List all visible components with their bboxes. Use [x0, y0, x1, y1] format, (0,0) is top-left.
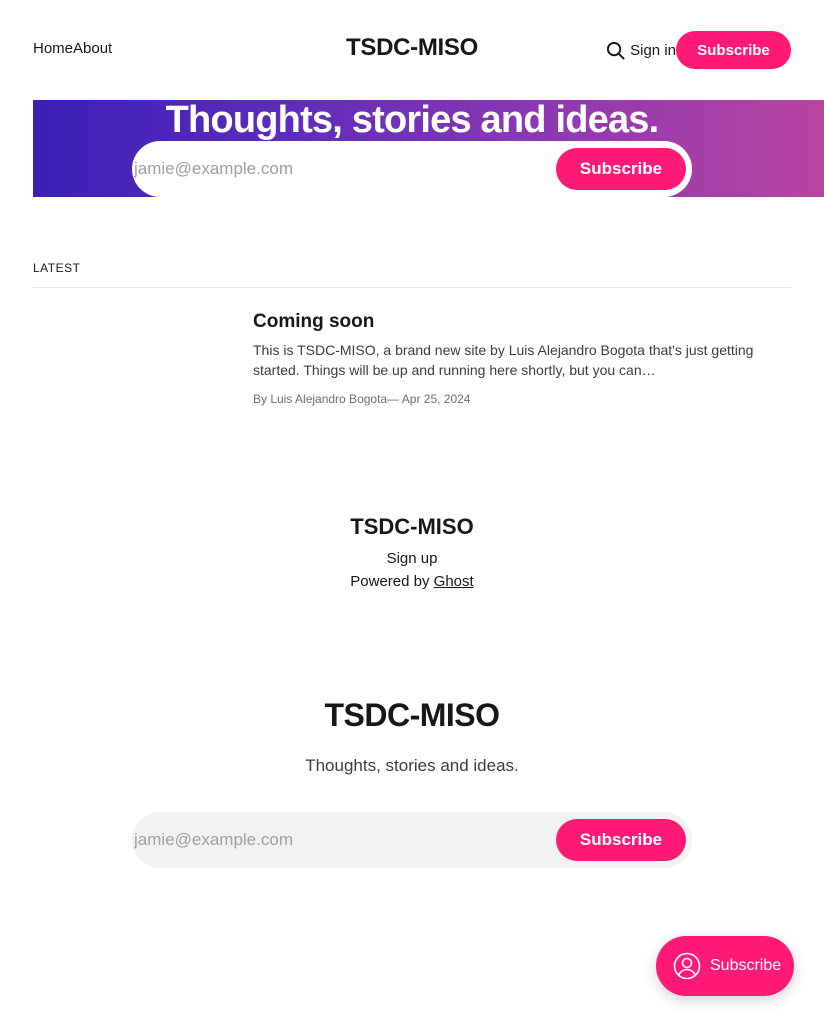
cta-subscribe-form: Subscribe — [132, 812, 692, 868]
post-excerpt: This is TSDC-MISO, a brand new site by L… — [253, 342, 754, 378]
header-actions: Sign in Subscribe — [604, 31, 791, 69]
hero-subscribe-button[interactable]: Subscribe — [556, 148, 686, 190]
header-subscribe-button[interactable]: Subscribe — [676, 31, 791, 69]
latest-section-label: LATEST — [33, 261, 81, 275]
hero-subscribe-form: Subscribe — [132, 141, 692, 197]
hero-title: Thoughts, stories and ideas. — [165, 99, 660, 141]
cta-subscribe-button[interactable]: Subscribe — [556, 819, 686, 861]
post-meta: By Luis Alejandro Bogota— Apr 25, 2024 — [253, 392, 763, 406]
search-icon[interactable] — [604, 39, 626, 61]
footer-signup-link[interactable]: Sign up — [0, 550, 824, 567]
cta-email-input[interactable] — [132, 812, 556, 868]
post-card[interactable]: Coming soon This is TSDC-MISO, a brand n… — [253, 310, 763, 406]
site-header: Home About TSDC-MISO Sign in Subscribe — [0, 0, 824, 100]
post-author: By Luis Alejandro Bogota — [253, 392, 388, 406]
footer-site-title[interactable]: TSDC-MISO — [0, 512, 824, 542]
hero-email-input[interactable] — [132, 141, 556, 197]
hero-banner: Thoughts, stories and ideas. Subscribe — [33, 99, 824, 197]
cta-description: Thoughts, stories and ideas. — [305, 756, 519, 775]
portal-subscribe-button[interactable]: Subscribe — [656, 936, 794, 996]
ghost-link[interactable]: Ghost — [434, 573, 474, 590]
powered-prefix: Powered by — [350, 573, 434, 590]
post-title[interactable]: Coming soon — [253, 310, 763, 334]
section-divider — [33, 287, 791, 288]
sign-in-link[interactable]: Sign in — [630, 42, 676, 59]
site-footer: TSDC-MISO Sign up Powered by Ghost — [0, 512, 824, 590]
subscribe-cta: TSDC-MISO Thoughts, stories and ideas. S… — [0, 696, 824, 868]
user-circle-icon — [672, 951, 702, 981]
cta-title: TSDC-MISO — [324, 697, 500, 733]
footer-powered-by: Powered by Ghost — [0, 573, 824, 590]
portal-label: Subscribe — [710, 957, 782, 974]
post-date: — Apr 25, 2024 — [387, 392, 471, 406]
